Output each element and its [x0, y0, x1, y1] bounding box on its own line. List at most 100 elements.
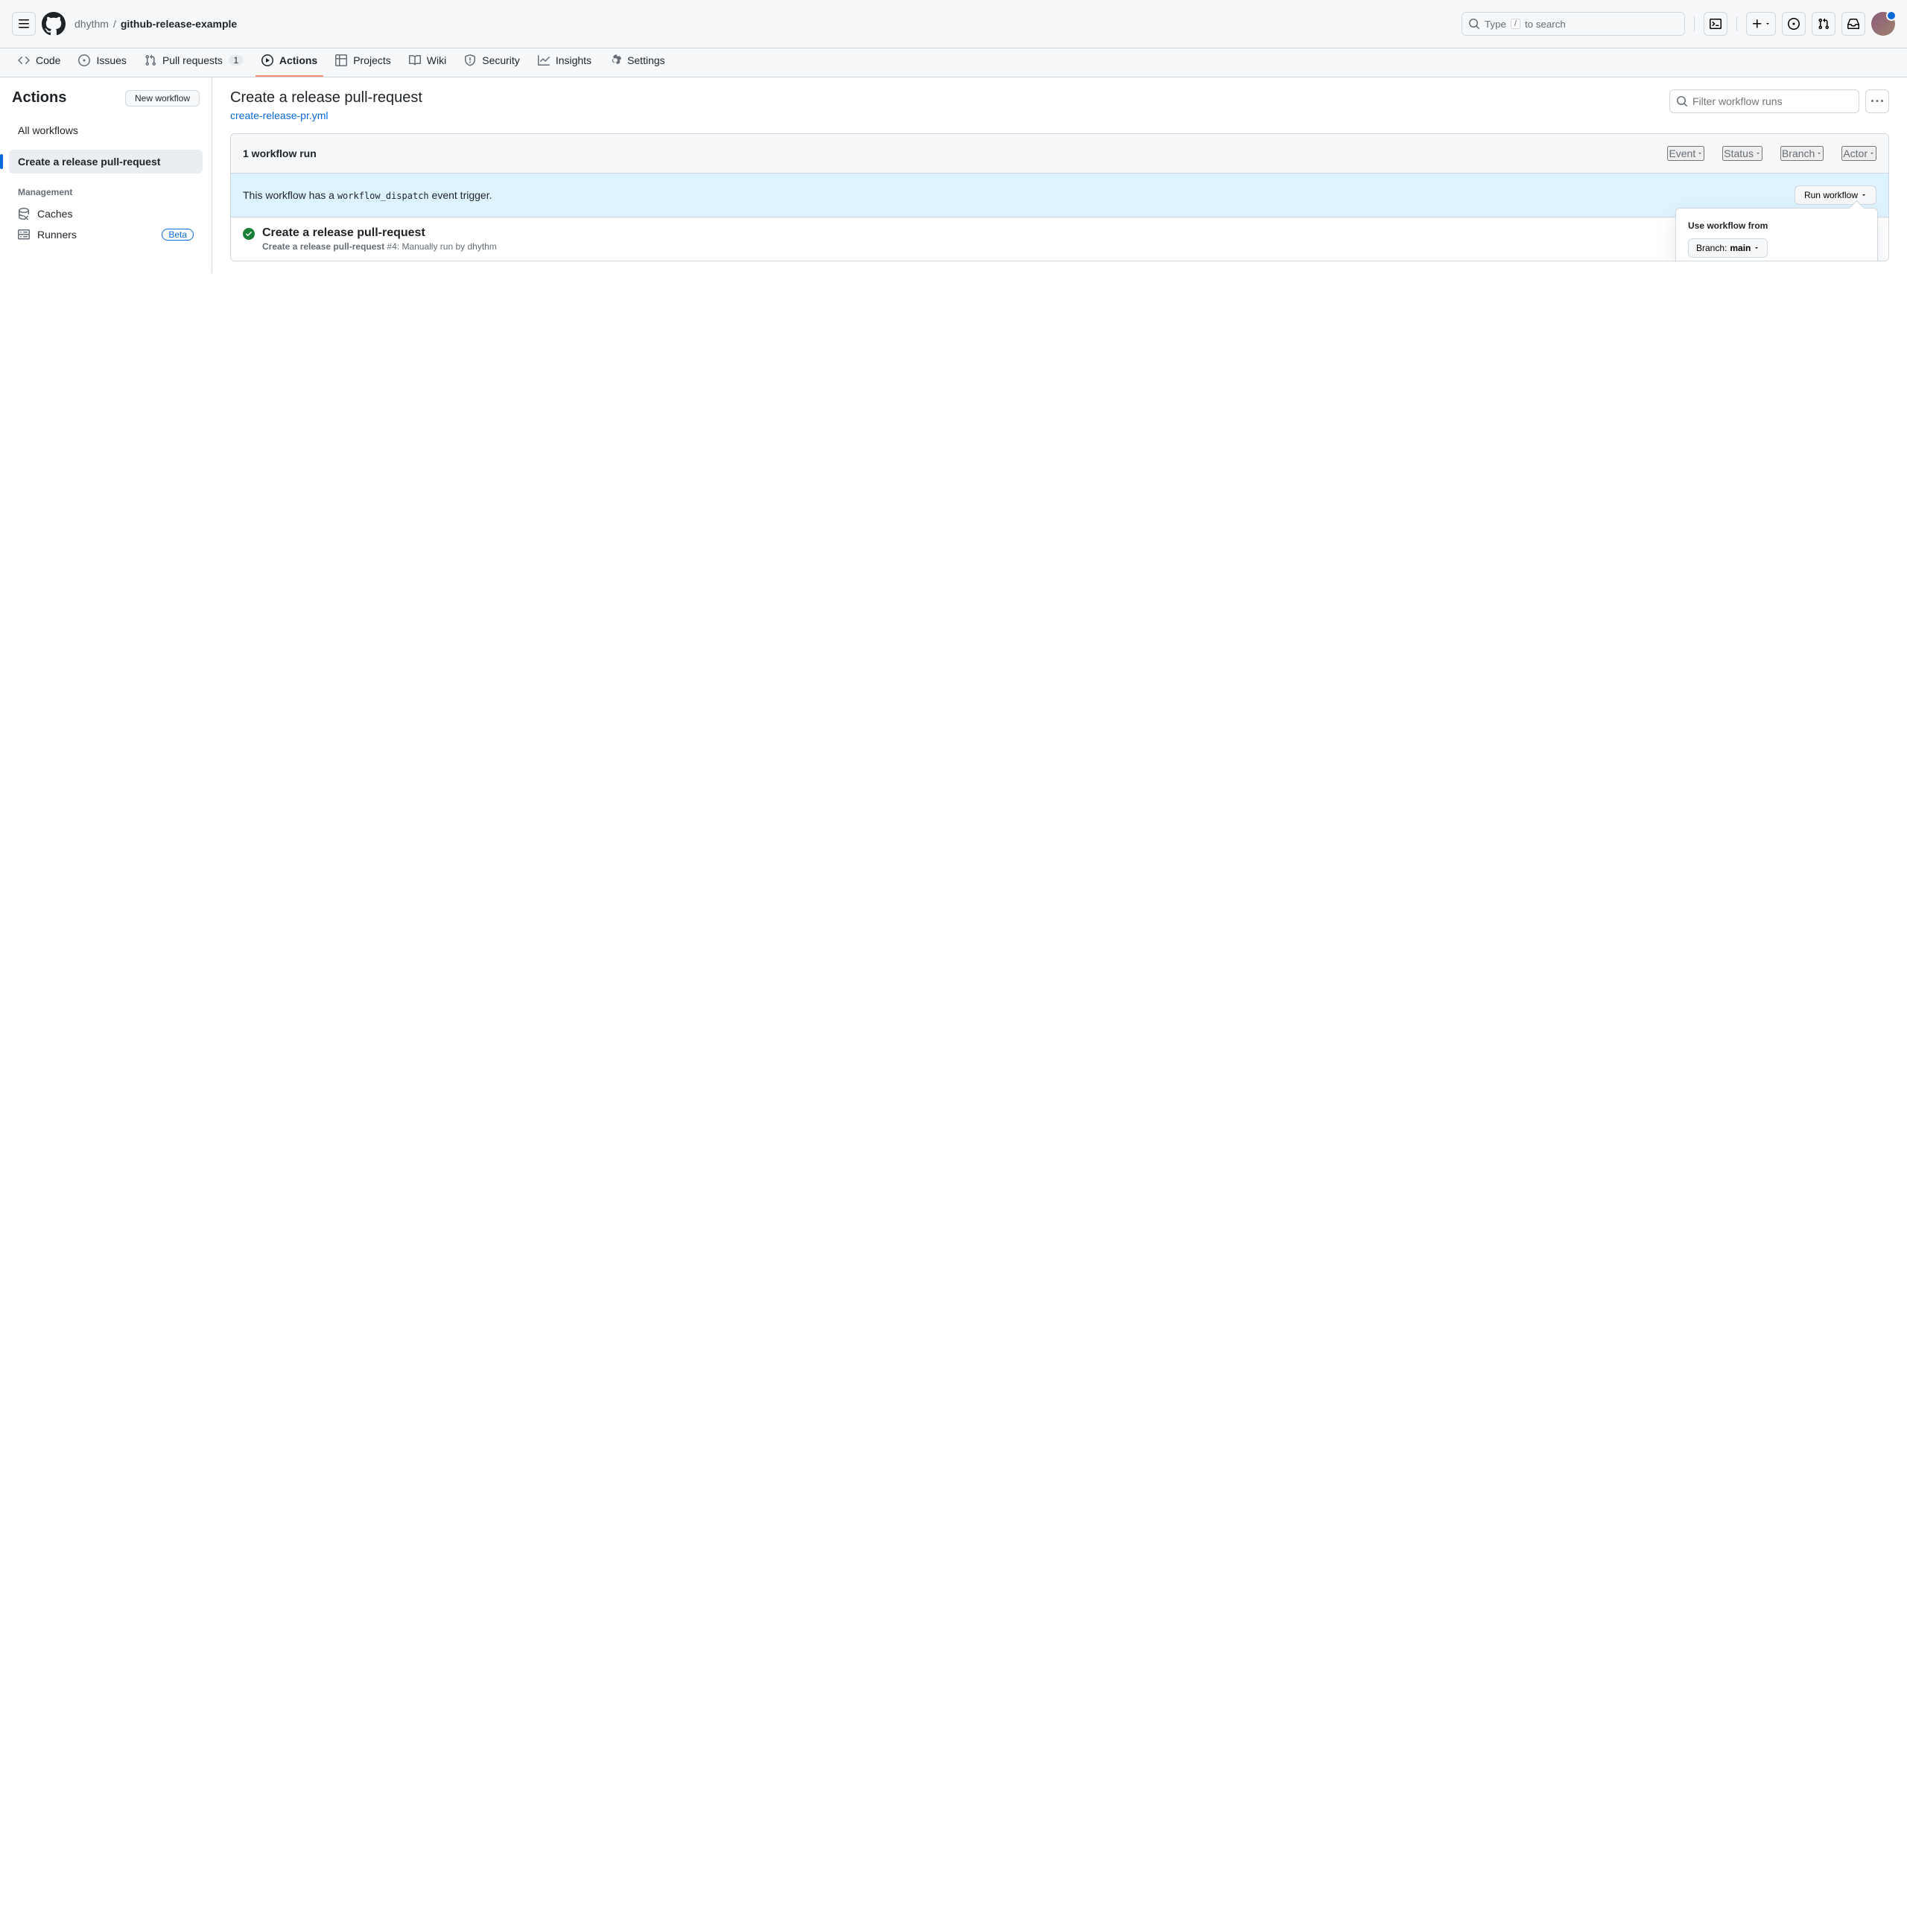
hamburger-menu-button[interactable]	[12, 12, 36, 36]
sidebar-header: Actions New workflow	[9, 89, 203, 118]
create-new-button[interactable]	[1746, 12, 1776, 36]
inbox-icon	[1847, 18, 1859, 30]
nav-insights[interactable]: Insights	[532, 48, 597, 77]
server-icon	[18, 229, 30, 241]
nav-security[interactable]: Security	[458, 48, 526, 77]
sidebar: Actions New workflow All workflows Creat…	[0, 77, 212, 273]
branch-select-prefix: Branch:	[1696, 243, 1727, 253]
search-placeholder-suffix: to search	[1525, 19, 1566, 30]
run-workflow-dropdown-button[interactable]: Run workflow	[1795, 185, 1876, 205]
filter-event-label: Event	[1669, 147, 1695, 159]
search-icon	[1468, 18, 1480, 30]
pull-request-icon	[145, 54, 156, 66]
nav-projects[interactable]: Projects	[329, 48, 397, 77]
search-hotkey: /	[1511, 19, 1520, 29]
branch-select-name: main	[1730, 243, 1751, 253]
sidebar-caches[interactable]: Caches	[9, 203, 203, 224]
nav-pr-label: Pull requests	[162, 54, 223, 66]
divider	[1736, 16, 1737, 31]
breadcrumb: dhythm / github-release-example	[74, 18, 237, 30]
nav-pull-requests[interactable]: Pull requests 1	[139, 48, 250, 77]
graph-icon	[538, 54, 550, 66]
dispatch-text-suffix: event trigger.	[429, 189, 492, 201]
user-avatar[interactable]	[1871, 12, 1895, 36]
nav-wiki-label: Wiki	[427, 54, 446, 66]
dispatch-text: This workflow has a workflow_dispatch ev…	[243, 189, 492, 201]
sidebar-all-workflows-label: All workflows	[18, 124, 78, 136]
global-search[interactable]: Type / to search	[1462, 12, 1685, 36]
branch-select[interactable]: Branch: main	[1688, 238, 1768, 258]
filter-status-label: Status	[1724, 147, 1754, 159]
sidebar-title: Actions	[12, 89, 66, 107]
filter-event[interactable]: Event	[1667, 146, 1704, 161]
run-title[interactable]: Create a release pull-request	[262, 226, 425, 239]
dispatch-code: workflow_dispatch	[337, 191, 429, 201]
nav-insights-label: Insights	[556, 54, 591, 66]
github-mark-icon	[42, 12, 66, 36]
breadcrumb-separator: /	[113, 18, 116, 30]
content: Create a release pull-request create-rel…	[212, 77, 1907, 273]
breadcrumb-repo[interactable]: github-release-example	[121, 18, 237, 30]
sidebar-all-workflows[interactable]: All workflows	[9, 118, 203, 142]
nav-pr-count: 1	[229, 55, 244, 66]
chevron-down-icon	[1755, 150, 1761, 156]
check-circle-icon	[243, 228, 255, 240]
workflow-file-link[interactable]: create-release-pr.yml	[230, 109, 329, 121]
beta-badge: Beta	[162, 229, 194, 241]
notifications-button[interactable]	[1841, 12, 1865, 36]
search-placeholder-prefix: Type	[1485, 19, 1506, 30]
gear-icon	[609, 54, 621, 66]
sidebar-caches-label: Caches	[37, 208, 72, 220]
chevron-down-icon	[1697, 150, 1703, 156]
search-icon	[1676, 95, 1688, 107]
issues-button[interactable]	[1782, 12, 1806, 36]
sidebar-workflow-label: Create a release pull-request	[18, 156, 160, 168]
global-header: dhythm / github-release-example Type / t…	[0, 0, 1907, 48]
runs-header: 1 workflow run Event Status Branch Actor	[231, 134, 1888, 174]
chevron-down-icon	[1861, 192, 1867, 198]
command-palette-button[interactable]	[1704, 12, 1727, 36]
sidebar-workflow-selected[interactable]: Create a release pull-request	[9, 150, 203, 174]
table-icon	[335, 54, 347, 66]
sidebar-runners[interactable]: Runners Beta	[9, 224, 203, 245]
nav-actions-label: Actions	[279, 54, 317, 66]
repo-nav: Code Issues Pull requests 1 Actions Proj…	[0, 48, 1907, 77]
runs-count: 1 workflow run	[243, 147, 317, 159]
terminal-icon	[1710, 18, 1722, 30]
nav-issues[interactable]: Issues	[72, 48, 132, 77]
pull-requests-button[interactable]	[1812, 12, 1835, 36]
hamburger-icon	[18, 18, 30, 30]
chevron-down-icon	[1869, 150, 1875, 156]
dispatch-text-prefix: This workflow has a	[243, 189, 337, 201]
breadcrumb-owner[interactable]: dhythm	[74, 18, 109, 30]
new-workflow-button[interactable]: New workflow	[125, 90, 200, 107]
run-workflow-name: Create a release pull-request	[262, 241, 384, 252]
book-icon	[409, 54, 421, 66]
chevron-down-icon	[1754, 245, 1760, 251]
nav-settings-label: Settings	[627, 54, 665, 66]
chevron-down-icon	[1816, 150, 1822, 156]
code-icon	[18, 54, 30, 66]
filter-input-wrapper[interactable]	[1669, 89, 1859, 113]
nav-actions[interactable]: Actions	[256, 48, 323, 77]
filter-actor[interactable]: Actor	[1841, 146, 1876, 161]
kebab-icon	[1871, 95, 1883, 107]
sidebar-management-label: Management	[9, 175, 203, 203]
nav-wiki[interactable]: Wiki	[403, 48, 452, 77]
run-subtitle: Create a release pull-request #4: Manual…	[262, 241, 497, 252]
filter-status[interactable]: Status	[1722, 146, 1762, 161]
filter-branch[interactable]: Branch	[1780, 146, 1824, 161]
nav-projects-label: Projects	[353, 54, 391, 66]
nav-code-label: Code	[36, 54, 60, 66]
dispatch-banner: This workflow has a workflow_dispatch ev…	[231, 174, 1888, 217]
chevron-down-icon	[1765, 21, 1771, 27]
run-row[interactable]: Create a release pull-request Create a r…	[231, 217, 1888, 261]
github-logo[interactable]	[42, 12, 66, 36]
page-title: Create a release pull-request	[230, 89, 422, 107]
nav-settings[interactable]: Settings	[603, 48, 671, 77]
filter-input[interactable]	[1692, 95, 1853, 107]
run-workflow-button-label: Run workflow	[1804, 190, 1858, 200]
popover-label: Use workflow from	[1688, 220, 1865, 231]
more-options-button[interactable]	[1865, 89, 1889, 113]
nav-code[interactable]: Code	[12, 48, 66, 77]
